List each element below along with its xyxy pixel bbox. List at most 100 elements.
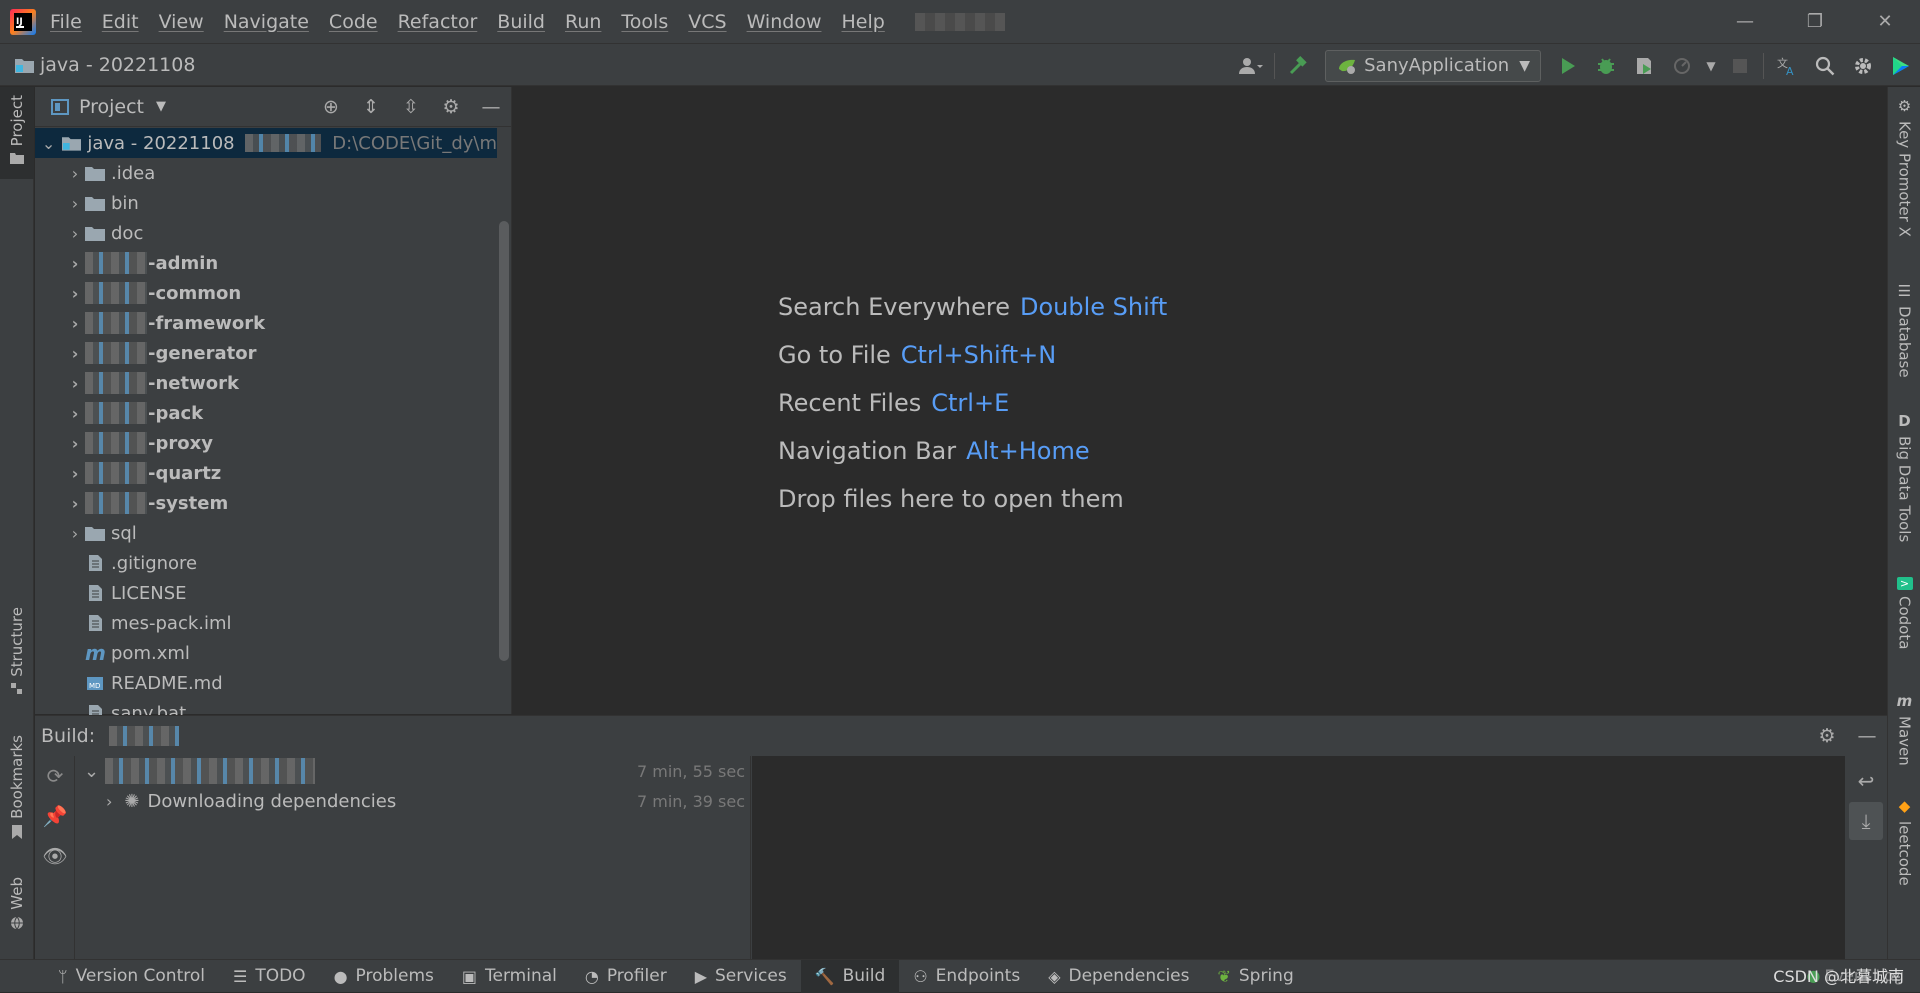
tool-tab-database[interactable]: ☰ Database: [1888, 282, 1920, 382]
tree-item[interactable]: › doc: [35, 218, 497, 248]
tab-build[interactable]: 🔨 Build: [800, 959, 900, 993]
tool-tab-key-promoter[interactable]: ⚙ Key Promoter X: [1888, 97, 1920, 247]
tree-item[interactable]: › -common: [35, 278, 497, 308]
stop-icon[interactable]: [1721, 44, 1759, 87]
tree-item-label: -generator: [148, 342, 257, 364]
menu-view[interactable]: View: [159, 11, 204, 33]
structure-icon: [11, 682, 22, 694]
soft-wrap-icon[interactable]: ↩: [1845, 762, 1887, 800]
tab-endpoints[interactable]: ⚇ Endpoints: [899, 960, 1034, 993]
tree-item[interactable]: › sql: [35, 518, 497, 548]
menu-window[interactable]: Window: [747, 11, 822, 33]
folder-icon: [10, 153, 24, 165]
editor-empty-area[interactable]: Search Everywhere Double Shift Go to File…: [513, 87, 1887, 714]
tree-item[interactable]: .gitignore: [35, 548, 497, 578]
gear-icon[interactable]: ⚙: [431, 96, 471, 118]
separator: [1274, 52, 1276, 79]
close-button[interactable]: ✕: [1850, 0, 1920, 43]
project-scrollbar[interactable]: [499, 221, 509, 661]
chevron-down-icon[interactable]: ▼: [156, 99, 166, 114]
eye-icon[interactable]: 👁: [35, 836, 75, 876]
menu-run[interactable]: Run: [565, 11, 601, 33]
minimize-button[interactable]: —: [1710, 0, 1780, 43]
tree-item[interactable]: › -pack: [35, 398, 497, 428]
chevron-right-icon: ›: [71, 253, 79, 273]
tab-profiler[interactable]: ◔ Profiler: [571, 960, 681, 993]
tool-tab-big-data-tools[interactable]: D Big Data Tools: [1888, 412, 1920, 547]
tool-tab-maven[interactable]: m Maven: [1888, 692, 1920, 772]
more-run-options-icon[interactable]: ▼: [1701, 44, 1721, 87]
tree-item[interactable]: › -admin: [35, 248, 497, 278]
tab-todo[interactable]: ☰ TODO: [219, 960, 320, 993]
menu-edit[interactable]: Edit: [102, 11, 139, 33]
tree-item[interactable]: › -generator: [35, 338, 497, 368]
tree-item[interactable]: › bin: [35, 188, 497, 218]
tree-item[interactable]: › -quartz: [35, 458, 497, 488]
tree-item[interactable]: MD README.md: [35, 668, 497, 698]
tab-dependencies[interactable]: ◈ Dependencies: [1034, 960, 1203, 993]
menu-help[interactable]: Help: [841, 11, 884, 33]
tool-tab-web[interactable]: Web: [0, 877, 34, 947]
tab-version-control[interactable]: ᛘ Version Control: [44, 960, 219, 993]
collapse-all-icon[interactable]: ⇳: [391, 96, 431, 118]
tool-tab-leetcode[interactable]: ◆ leetcode: [1888, 797, 1920, 887]
terminal-icon: ▣: [461, 966, 478, 986]
tab-services[interactable]: ▶ Services: [681, 960, 801, 993]
hide-panel-icon[interactable]: —: [1847, 725, 1887, 747]
tree-root[interactable]: ⌄ java - 20221108 D:\CODE\Git_dy\m: [35, 128, 497, 158]
menu-build[interactable]: Build: [497, 11, 545, 33]
event-log-watermark[interactable]: ● Event Log CSDN @北暮城南: [1773, 966, 1904, 986]
tree-item[interactable]: › -network: [35, 368, 497, 398]
tool-tab-bookmarks[interactable]: Bookmarks: [0, 735, 34, 845]
menu-tools[interactable]: Tools: [621, 11, 668, 33]
rerun-icon[interactable]: ⟳: [35, 756, 75, 796]
tool-tab-project[interactable]: Project: [0, 87, 34, 179]
tab-problems[interactable]: ● Problems: [320, 960, 448, 993]
locate-file-icon[interactable]: ⊕: [311, 96, 351, 118]
vcs-user-icon[interactable]: [1232, 44, 1270, 87]
project-panel-title[interactable]: Project: [79, 96, 144, 118]
profile-icon[interactable]: [1663, 44, 1701, 87]
run-configuration-selector[interactable]: SanyApplication ▼: [1325, 49, 1541, 82]
tree-item-label: -network: [148, 372, 239, 394]
tree-item[interactable]: m pom.xml: [35, 638, 497, 668]
tree-item[interactable]: › -framework: [35, 308, 497, 338]
tree-item-label: -quartz: [148, 462, 222, 484]
menu-navigate[interactable]: Navigate: [224, 11, 309, 33]
jetbrains-toolbox-icon[interactable]: [1882, 44, 1920, 87]
tab-spring[interactable]: ❦ Spring: [1203, 960, 1307, 993]
tool-tab-structure[interactable]: Structure: [0, 607, 34, 707]
build-console-output[interactable]: [752, 756, 1857, 960]
debug-icon[interactable]: [1587, 44, 1625, 87]
tree-item[interactable]: LICENSE: [35, 578, 497, 608]
run-icon[interactable]: [1549, 44, 1587, 87]
project-breadcrumb[interactable]: java - 20221108: [14, 54, 195, 76]
translate-icon[interactable]: 文A: [1768, 44, 1806, 87]
menu-code[interactable]: Code: [329, 11, 378, 33]
hide-panel-icon[interactable]: —: [471, 96, 511, 118]
build-hammer-icon[interactable]: [1279, 44, 1317, 87]
tree-item[interactable]: › -proxy: [35, 428, 497, 458]
tree-item-label: -admin: [148, 252, 219, 274]
pin-icon[interactable]: 📌: [35, 796, 75, 836]
settings-gear-icon[interactable]: [1844, 44, 1882, 87]
build-download-row[interactable]: › ✺ Downloading dependencies 7 min, 39 s…: [76, 786, 751, 816]
tab-terminal[interactable]: ▣ Terminal: [448, 960, 571, 993]
expand-all-icon[interactable]: ⇕: [351, 96, 391, 118]
redacted-module-icon: [85, 492, 147, 514]
endpoints-icon: ⚇: [913, 966, 928, 986]
menu-vcs[interactable]: VCS: [688, 11, 726, 33]
scroll-to-end-icon[interactable]: ⤓: [1849, 802, 1883, 840]
menu-refactor[interactable]: Refactor: [398, 11, 478, 33]
search-icon[interactable]: [1806, 44, 1844, 87]
tree-item[interactable]: mes-pack.iml: [35, 608, 497, 638]
restore-button[interactable]: ❐: [1780, 0, 1850, 43]
tree-item[interactable]: › -system: [35, 488, 497, 518]
tree-item-label: LICENSE: [111, 582, 187, 604]
tool-tab-codota[interactable]: > Codota: [1888, 577, 1920, 667]
menu-file[interactable]: File: [50, 11, 82, 33]
coverage-icon[interactable]: [1625, 44, 1663, 87]
build-root-row[interactable]: ⌄ 7 min, 55 sec: [76, 756, 751, 786]
tree-item[interactable]: › .idea: [35, 158, 497, 188]
gear-icon[interactable]: ⚙: [1807, 725, 1847, 747]
